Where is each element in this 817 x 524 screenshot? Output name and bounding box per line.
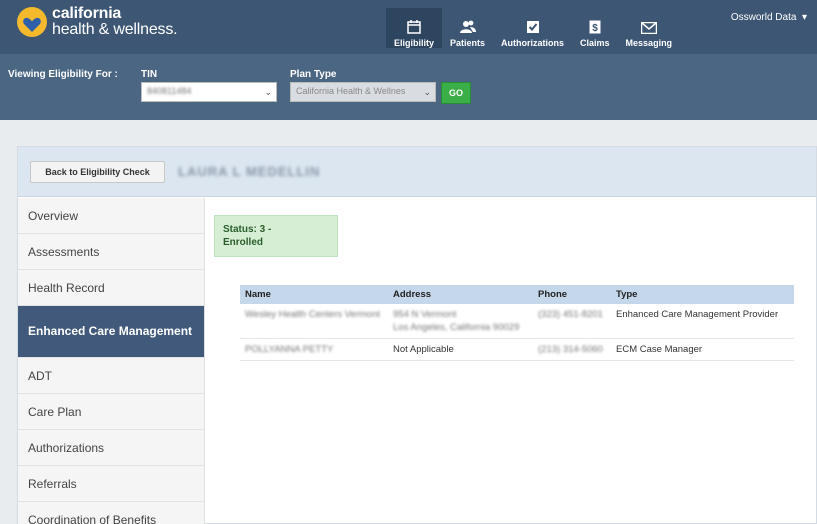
back-to-eligibility-button[interactable]: Back to Eligibility Check bbox=[30, 161, 165, 183]
sidebar-item-authorizations[interactable]: Authorizations bbox=[18, 430, 204, 466]
checkbox-icon bbox=[526, 21, 539, 33]
user-menu[interactable]: Ossworld Data ▾ bbox=[731, 12, 807, 23]
sidebar-item-assessments[interactable]: Assessments bbox=[18, 234, 204, 270]
sidebar-item-health-record[interactable]: Health Record bbox=[18, 270, 204, 306]
column-header-phone[interactable]: Phone bbox=[533, 285, 611, 304]
cell-phone: (213) 314-5060 bbox=[533, 338, 611, 361]
nav-authorizations-label: Authorizations bbox=[501, 38, 565, 48]
brand-logo[interactable]: california health & wellness. bbox=[17, 5, 178, 38]
sidebar-item-care-plan[interactable]: Care Plan bbox=[18, 394, 204, 430]
cell-type: ECM Case Manager bbox=[611, 338, 794, 361]
ecm-contacts-table: Name Address Phone Type Wesley Health Ce… bbox=[240, 285, 794, 361]
tin-value: 840811484 bbox=[147, 86, 192, 96]
brand-line2: health & wellness. bbox=[52, 21, 178, 38]
nav-authorizations[interactable]: Authorizations bbox=[493, 8, 572, 48]
envelope-icon bbox=[640, 22, 657, 34]
nav-eligibility-label: Eligibility bbox=[394, 38, 435, 48]
go-button[interactable]: GO bbox=[441, 82, 471, 104]
cell-address-line2: Los Angeles, California 90029 bbox=[393, 322, 520, 333]
main-nav: Eligibility Patients Authorizations $ Cl… bbox=[386, 8, 680, 48]
users-icon bbox=[459, 20, 476, 33]
tin-select[interactable]: 840811484 ⌄ bbox=[141, 82, 277, 102]
svg-text:$: $ bbox=[592, 23, 598, 34]
plan-type-label: Plan Type bbox=[290, 69, 337, 80]
table-row: Wesley Health Centers Vermont 954 N Verm… bbox=[240, 304, 794, 339]
calendar-icon bbox=[407, 20, 421, 34]
sidebar-item-adt[interactable]: ADT bbox=[18, 358, 204, 394]
user-name: Ossworld Data bbox=[730, 12, 797, 23]
plan-type-select[interactable]: California Health & Wellnes ⌄ bbox=[290, 82, 436, 102]
plan-type-value: California Health & Wellnes bbox=[296, 86, 406, 96]
brand-line1: california bbox=[52, 5, 122, 22]
member-card: Back to Eligibility Check LAURA L MEDELL… bbox=[17, 146, 817, 524]
nav-claims[interactable]: $ Claims bbox=[572, 8, 618, 48]
cell-address: 954 N Vermont Los Angeles, California 90… bbox=[388, 304, 533, 339]
status-line2: Enrolled bbox=[223, 237, 264, 248]
cell-address: Not Applicable bbox=[388, 338, 533, 361]
tin-label: TIN bbox=[141, 69, 158, 80]
heart-sun-icon bbox=[17, 7, 47, 37]
sidebar-item-coordination-of-benefits[interactable]: Coordination of Benefits bbox=[18, 502, 204, 524]
sidebar-item-enhanced-care-management[interactable]: Enhanced Care Management bbox=[18, 306, 204, 358]
member-name: LAURA L MEDELLIN bbox=[178, 164, 321, 179]
nav-patients[interactable]: Patients bbox=[442, 8, 493, 48]
cell-address-line1: Not Applicable bbox=[393, 344, 454, 355]
cell-name: Wesley Health Centers Vermont bbox=[240, 304, 388, 339]
viewing-label: Viewing Eligibility For : bbox=[8, 69, 118, 80]
caret-down-icon: ▾ bbox=[799, 12, 807, 23]
cell-name: POLLYANNA PETTY bbox=[240, 338, 388, 361]
top-header: california health & wellness. Eligibilit… bbox=[0, 0, 817, 54]
sidebar-item-referrals[interactable]: Referrals bbox=[18, 466, 204, 502]
column-header-name[interactable]: Name bbox=[240, 285, 388, 304]
member-header: Back to Eligibility Check LAURA L MEDELL… bbox=[18, 147, 816, 197]
column-header-address[interactable]: Address bbox=[388, 285, 533, 304]
cell-type: Enhanced Care Management Provider bbox=[611, 304, 794, 339]
sidebar-divider bbox=[204, 198, 205, 524]
column-header-type[interactable]: Type bbox=[611, 285, 794, 304]
nav-messaging-label: Messaging bbox=[625, 38, 673, 48]
status-badge: Status: 3 - Enrolled bbox=[214, 215, 338, 257]
cell-address-line1: 954 N Vermont bbox=[393, 309, 457, 320]
member-sidebar: Overview Assessments Health Record Enhan… bbox=[18, 198, 204, 524]
nav-patients-label: Patients bbox=[450, 38, 486, 48]
nav-messaging[interactable]: Messaging bbox=[618, 8, 681, 48]
cell-phone: (323) 451-8201 bbox=[533, 304, 611, 339]
sidebar-item-overview[interactable]: Overview bbox=[18, 198, 204, 234]
table-header-row: Name Address Phone Type bbox=[240, 285, 794, 304]
chevron-down-icon: ⌄ bbox=[264, 87, 272, 97]
nav-eligibility[interactable]: Eligibility bbox=[386, 8, 443, 48]
nav-claims-label: Claims bbox=[580, 38, 610, 48]
dollar-icon: $ bbox=[589, 20, 601, 34]
status-line1: Status: 3 - bbox=[223, 224, 272, 235]
table-row: POLLYANNA PETTY Not Applicable (213) 314… bbox=[240, 338, 794, 361]
chevron-down-icon: ⌄ bbox=[423, 87, 431, 97]
